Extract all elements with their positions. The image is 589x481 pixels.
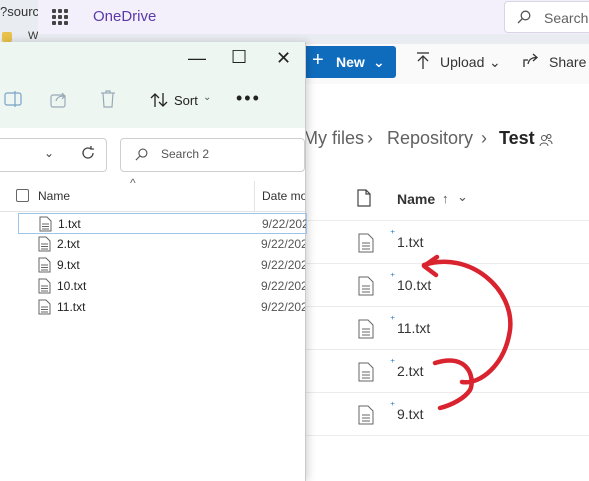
onedrive-column-header: Name ↑ ⌄: [300, 176, 589, 220]
breadcrumb-item-my-files[interactable]: My files: [303, 128, 364, 149]
onedrive-header: OneDrive Search: [38, 0, 589, 34]
search-icon: [517, 10, 531, 24]
breadcrumb-item-repository[interactable]: Repository: [387, 128, 473, 149]
chevron-down-icon: ⌄: [373, 54, 385, 70]
rename-icon[interactable]: [4, 90, 24, 108]
plus-icon: +: [312, 49, 324, 71]
onedrive-search-box[interactable]: Search: [504, 1, 589, 33]
file-name[interactable]: 1.txt: [397, 234, 423, 250]
text-file-icon: [38, 278, 51, 294]
bookmark-label[interactable]: W: [28, 30, 38, 42]
file-date: 9/22/2023: [261, 279, 305, 293]
breadcrumb-item-current: Test: [499, 128, 535, 148]
text-file-icon: [38, 257, 51, 273]
date-modified-column-header[interactable]: Date modified: [262, 189, 305, 203]
file-name[interactable]: 10.txt: [397, 277, 431, 293]
text-file-icon: [38, 299, 51, 315]
chevron-down-icon[interactable]: ⌄: [44, 146, 54, 160]
onedrive-file-row[interactable]: ⁺ 9.txt: [300, 392, 589, 436]
explorer-title-and-toolbar: — ☐ ✕ Sort ⌄ •••: [0, 42, 305, 128]
new-file-indicator-icon: ⁺: [390, 358, 396, 369]
minimize-icon[interactable]: —: [188, 48, 206, 69]
chevron-down-icon[interactable]: ⌄: [457, 189, 468, 205]
search-placeholder: Search 2: [161, 147, 210, 161]
explorer-file-row[interactable]: 11.txt 9/22/2023: [18, 297, 305, 318]
address-bar-fragment[interactable]: ?sourc: [0, 4, 39, 19]
column-divider[interactable]: [254, 181, 255, 211]
explorer-file-row[interactable]: 1.txt 9/22/2023: [18, 213, 307, 234]
chevron-down-icon: ⌄: [203, 92, 212, 103]
more-options-icon[interactable]: •••: [236, 88, 261, 109]
file-name[interactable]: 2.txt: [57, 237, 80, 251]
new-button[interactable]: + New ⌄: [302, 46, 396, 78]
explorer-file-row[interactable]: 2.txt 9/22/2023: [18, 234, 305, 255]
file-date: 9/22/2023: [261, 237, 305, 251]
file-name[interactable]: 1.txt: [58, 217, 81, 231]
upload-icon: [417, 52, 429, 69]
close-icon[interactable]: ✕: [276, 48, 291, 69]
text-file-icon: [358, 233, 374, 253]
file-name[interactable]: 9.txt: [57, 258, 80, 272]
text-file-icon: [38, 236, 51, 252]
file-name[interactable]: 9.txt: [397, 406, 423, 422]
file-name[interactable]: 11.txt: [57, 300, 85, 314]
maximize-icon[interactable]: ☐: [231, 47, 247, 68]
file-name[interactable]: 10.txt: [57, 279, 86, 293]
address-bar[interactable]: ⌄: [0, 138, 107, 172]
file-date: 9/22/2023: [261, 300, 305, 314]
new-file-indicator-icon: ⁺: [390, 272, 396, 283]
onedrive-brand[interactable]: OneDrive: [93, 8, 156, 25]
onedrive-file-row[interactable]: ⁺ 1.txt: [300, 220, 589, 263]
onedrive-command-bar: + New ⌄ Upload ⌄ Share: [300, 44, 589, 84]
search-icon: [135, 148, 148, 161]
text-file-icon: [358, 362, 374, 382]
app-launcher-icon[interactable]: [52, 9, 68, 25]
onedrive-file-row[interactable]: ⁺ 11.txt: [300, 306, 589, 349]
name-column-header[interactable]: Name: [397, 191, 435, 207]
share-icon: [523, 53, 538, 67]
breadcrumb-separator: ›: [481, 128, 487, 148]
text-file-icon: [358, 319, 374, 339]
file-name[interactable]: 2.txt: [397, 363, 423, 379]
text-file-icon: [358, 276, 374, 296]
file-explorer-window: — ☐ ✕ Sort ⌄ ••• ⌄ Search 2 Name ^ Date …: [0, 42, 307, 481]
new-file-indicator-icon: ⁺: [390, 401, 396, 412]
explorer-file-row[interactable]: 10.txt 9/22/2023: [18, 276, 305, 297]
text-file-icon: [358, 405, 374, 425]
new-button-label: New: [336, 54, 365, 70]
new-file-indicator-icon: ⁺: [390, 315, 396, 326]
shared-people-icon[interactable]: [539, 133, 553, 147]
onedrive-file-row[interactable]: ⁺ 10.txt: [300, 263, 589, 306]
file-date: 9/22/2023: [261, 258, 305, 272]
breadcrumb-separator: ›: [367, 128, 373, 148]
file-type-icon: [357, 189, 371, 207]
explorer-column-header: Name ^ Date modified: [0, 176, 305, 212]
upload-button-label: Upload: [440, 54, 485, 70]
bookmark-folder-icon[interactable]: [2, 32, 12, 42]
search-placeholder: Search: [544, 10, 589, 26]
share-button-label: Share: [549, 54, 587, 70]
explorer-search-box[interactable]: Search 2: [120, 138, 305, 172]
onedrive-file-row[interactable]: ⁺ 2.txt: [300, 349, 589, 392]
explorer-file-row[interactable]: 9.txt 9/22/2023: [18, 255, 305, 276]
file-name[interactable]: 11.txt: [397, 320, 430, 336]
file-date: 9/22/2023: [262, 217, 306, 231]
chevron-down-icon: ⌄: [489, 54, 501, 70]
new-file-indicator-icon: ⁺: [390, 229, 396, 240]
share-icon[interactable]: [50, 90, 70, 108]
sort-button-label: Sort: [174, 93, 198, 108]
sort-ascending-icon: ↑: [442, 191, 449, 206]
delete-icon[interactable]: [99, 90, 117, 108]
text-file-icon: [39, 216, 52, 232]
sort-caret-icon: ^: [130, 176, 136, 190]
select-all-checkbox[interactable]: [16, 189, 29, 202]
name-column-header[interactable]: Name: [38, 189, 70, 203]
sort-icon: [150, 93, 168, 107]
refresh-icon[interactable]: [80, 145, 96, 161]
